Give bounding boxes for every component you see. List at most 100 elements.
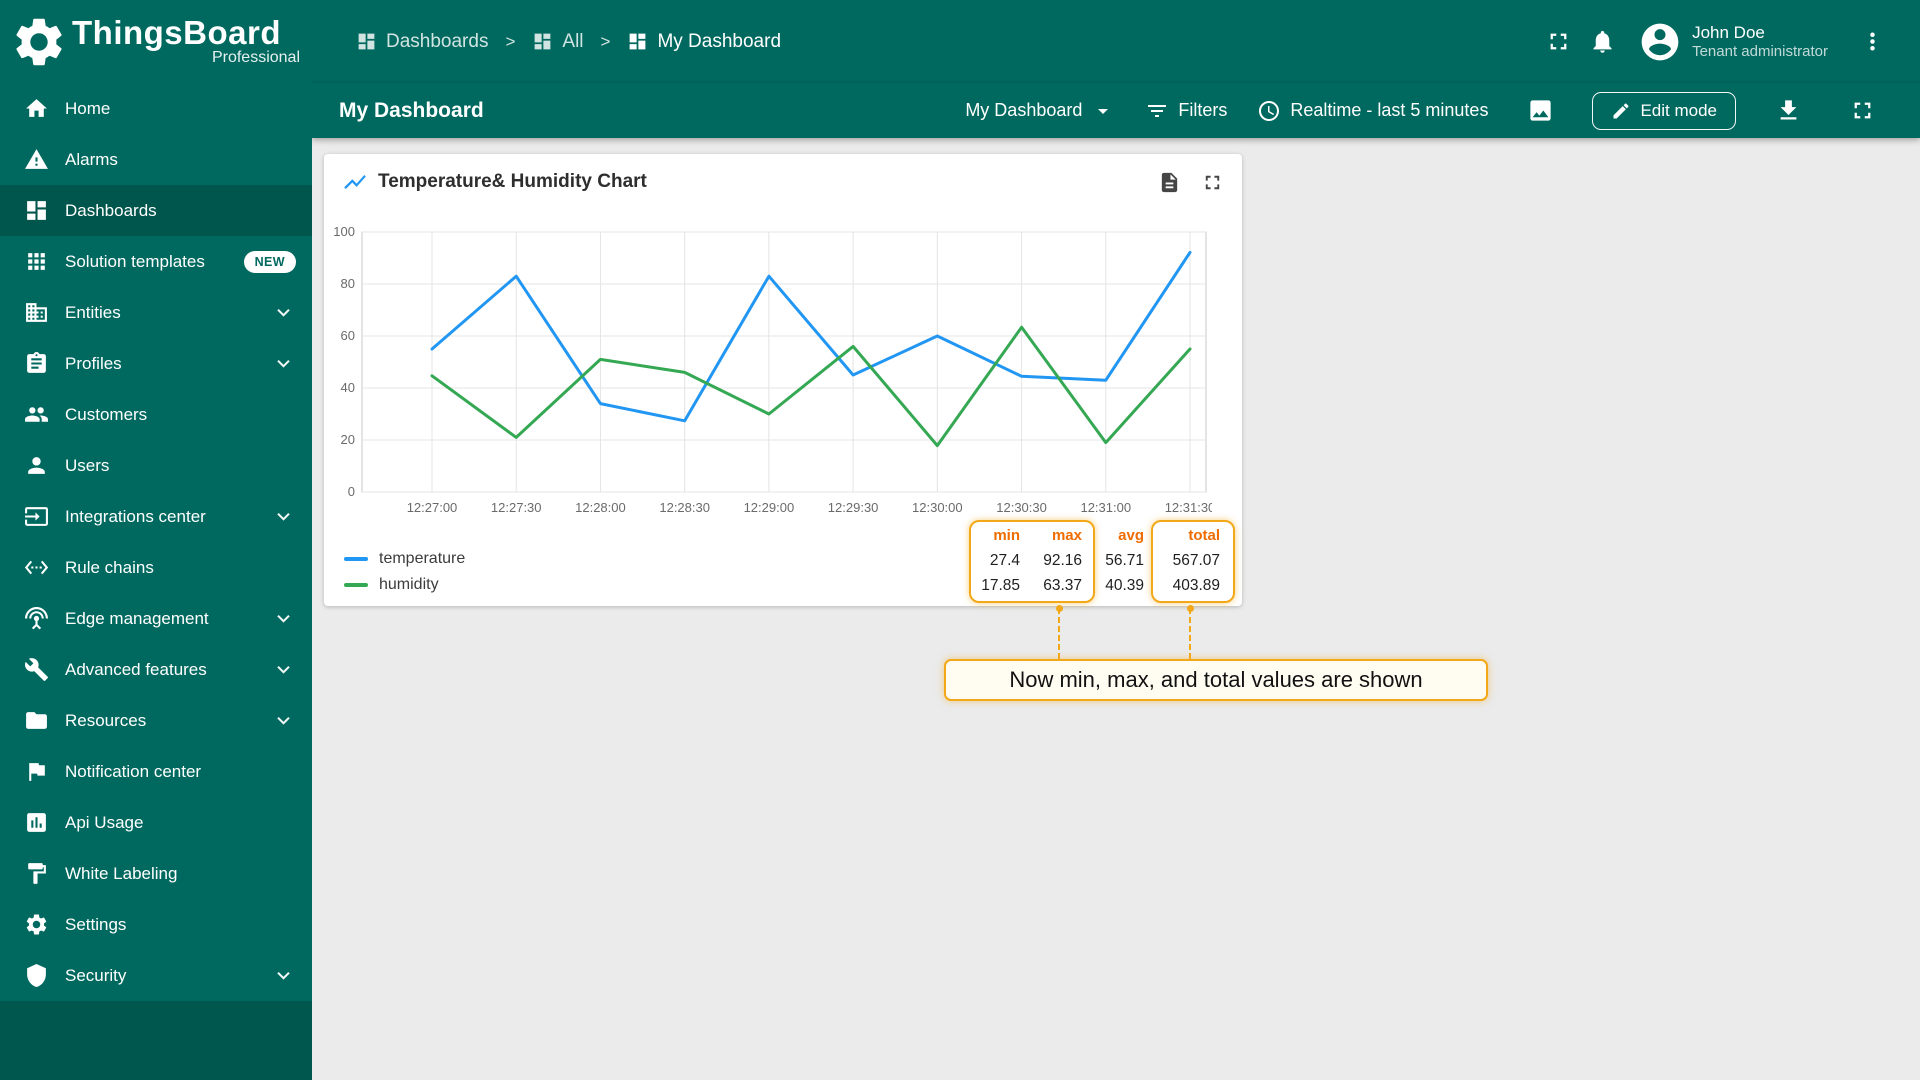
sidebar-item-home[interactable]: Home	[0, 83, 312, 134]
breadcrumb-separator: >	[505, 31, 516, 51]
stats-header-total: total	[1188, 527, 1220, 544]
breadcrumb-dashboards[interactable]: Dashboards	[356, 31, 488, 53]
chevron-down-icon	[277, 971, 290, 980]
breadcrumb-label: All	[562, 30, 584, 52]
home-icon	[26, 99, 47, 117]
widget-fullscreen-icon[interactable]	[1201, 171, 1224, 194]
stats-humidity-max: 63.37	[1043, 576, 1082, 594]
folder-icon	[26, 712, 47, 729]
stats-temperature-total: 567.07	[1172, 551, 1220, 569]
fullscreen-icon	[1854, 102, 1870, 119]
apps-icon	[28, 253, 45, 270]
sidebar-item-notification-center[interactable]: Notification center	[0, 746, 312, 797]
sidebar-item-integrations-center[interactable]: Integrations center	[0, 491, 312, 542]
sidebar-item-users[interactable]: Users	[0, 440, 312, 491]
svg-text:12:30:30: 12:30:30	[996, 500, 1047, 515]
sidebar-footer	[0, 1001, 312, 1080]
sidebar-nav: Home Alarms Dashboards Solution template…	[0, 83, 312, 1001]
antenna-icon	[25, 607, 48, 630]
user-info: John Doe Tenant administrator	[1692, 22, 1828, 62]
sidebar-item-solution-templates[interactable]: Solution templates NEW	[0, 236, 312, 287]
shield-icon	[27, 964, 46, 987]
sidebar-item-label: Edge management	[65, 608, 209, 628]
notifications-button[interactable]	[1580, 20, 1624, 64]
sidebar-item-security[interactable]: Security	[0, 950, 312, 1001]
chevron-down-icon	[277, 614, 290, 623]
clock-icon	[1259, 100, 1280, 121]
more-menu-button[interactable]	[1850, 20, 1894, 64]
sidebar-item-dashboards[interactable]: Dashboards	[0, 185, 312, 236]
sidebar-item-advanced-features[interactable]: Advanced features	[0, 644, 312, 695]
widget-title: Temperature& Humidity Chart	[378, 171, 647, 192]
export-data-icon[interactable]	[1158, 171, 1181, 194]
breadcrumb-label: My Dashboard	[657, 30, 782, 52]
dashboard-image-button[interactable]	[1518, 89, 1562, 133]
user-menu[interactable]: John Doe Tenant administrator	[1638, 20, 1828, 64]
sidebar-item-resources[interactable]: Resources	[0, 695, 312, 746]
stats-temperature-max: 92.16	[1043, 551, 1082, 569]
edit-mode-label: Edit mode	[1640, 100, 1717, 120]
dashboard-icon	[535, 33, 551, 50]
legend-item-humidity[interactable]: humidity	[344, 572, 465, 598]
timeseries-chart[interactable]: 12:27:00 12:27:30 12:28:00 12:28:30 12:29:00…	[332, 224, 1212, 524]
sidebar-item-edge-management[interactable]: Edge management	[0, 593, 312, 644]
chevron-down-icon	[277, 308, 290, 317]
filters-button[interactable]: Filters	[1145, 99, 1227, 123]
edit-mode-button[interactable]: Edit mode	[1592, 91, 1736, 130]
sidebar-item-white-labeling[interactable]: White Labeling	[0, 848, 312, 899]
profiles-icon	[27, 352, 46, 373]
more-vert-icon	[1869, 32, 1875, 51]
app-window: ThingsBoard Professional Home Alarms Das…	[0, 0, 1920, 1080]
breadcrumb-separator: >	[600, 31, 611, 51]
logo-text: ThingsBoard Professional	[72, 16, 300, 67]
chart-area[interactable]: 12:27:00 12:27:30 12:28:00 12:28:30 12:29:00…	[332, 224, 1212, 524]
callout-connector-total	[1186, 605, 1194, 659]
sidebar-item-api-usage[interactable]: Api Usage	[0, 797, 312, 848]
dashboard-icon	[630, 33, 646, 50]
sidebar-item-alarms[interactable]: Alarms	[0, 134, 312, 185]
sidebar-item-customers[interactable]: Customers	[0, 389, 312, 440]
people-icon	[25, 407, 48, 422]
sidebar-item-label: Solution templates	[65, 251, 205, 271]
svg-text:12:30:00: 12:30:00	[912, 500, 963, 515]
dashboard-select-value: My Dashboard	[965, 100, 1083, 120]
sidebar-item-label: Alarms	[65, 149, 118, 169]
legend-item-temperature[interactable]: temperature	[344, 546, 465, 572]
callout-connector-minmax	[1055, 605, 1063, 659]
stats-humidity-min: 17.85	[981, 576, 1020, 594]
user-name: John Doe	[1692, 22, 1765, 42]
sidebar-item-settings[interactable]: Settings	[0, 899, 312, 950]
warning-icon	[25, 149, 48, 169]
app-logo[interactable]: ThingsBoard Professional	[0, 0, 312, 83]
sidebar-item-label: Integrations center	[65, 506, 206, 526]
chevron-down-icon	[277, 512, 290, 521]
user-role: Tenant administrator	[1692, 42, 1828, 60]
breadcrumb: Dashboards > All > My Dashboard	[356, 31, 781, 53]
tools-icon	[24, 658, 48, 681]
fullscreen-button[interactable]	[1536, 20, 1580, 64]
dropdown-arrow-icon	[1098, 108, 1109, 114]
timewindow-button[interactable]: Realtime - last 5 minutes	[1257, 99, 1488, 123]
content-column: Dashboards > All > My Dashboard John Doe…	[312, 0, 1920, 1080]
gear-icon	[26, 914, 47, 935]
filter-icon	[1148, 104, 1167, 117]
sidebar-item-label: Users	[65, 455, 110, 475]
new-badge: NEW	[243, 250, 296, 273]
dashboard-fullscreen-button[interactable]	[1840, 89, 1884, 133]
sidebar-item-profiles[interactable]: Profiles	[0, 338, 312, 389]
stats-header-min: min	[993, 527, 1020, 544]
breadcrumb-all[interactable]: All	[532, 30, 584, 53]
pencil-icon	[1613, 102, 1629, 118]
svg-text:12:31:00: 12:31:00	[1080, 500, 1131, 515]
dashboard-toolbar: My Dashboard My Dashboard Filters Realti…	[312, 83, 1920, 138]
widget-actions	[1158, 171, 1224, 194]
stats-temperature-avg: 56.71	[1105, 551, 1144, 569]
sidebar-item-rule-chains[interactable]: Rule chains	[0, 542, 312, 593]
dashboard-select[interactable]: My Dashboard	[965, 99, 1115, 123]
stats-temperature-min: 27.4	[989, 551, 1020, 569]
breadcrumb-current[interactable]: My Dashboard	[627, 31, 781, 53]
page-title: My Dashboard	[339, 98, 484, 122]
chart-box-icon	[27, 813, 46, 832]
export-dashboard-button[interactable]	[1766, 89, 1810, 133]
sidebar-item-entities[interactable]: Entities	[0, 287, 312, 338]
